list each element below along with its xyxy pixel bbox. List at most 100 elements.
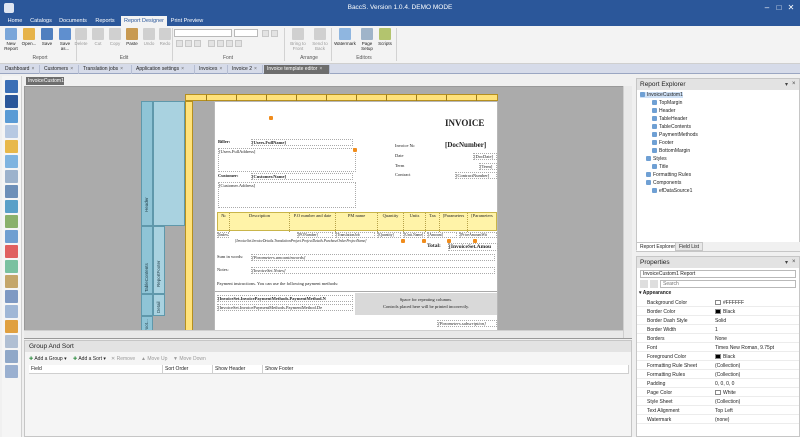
property-row[interactable]: Formatting Rules (Collection)	[637, 371, 799, 379]
selected-object-combo[interactable]: InvoiceCustom1 Report	[640, 270, 796, 278]
property-row[interactable]: Watermark (none)	[637, 416, 799, 424]
send-to-back-button[interactable]: Send to Back	[309, 28, 331, 51]
line-tool-icon[interactable]	[5, 185, 18, 198]
property-row[interactable]: Style Sheet (Collection)	[637, 398, 799, 406]
customer-address-field[interactable]: [Customer.Address]	[218, 182, 356, 208]
property-value[interactable]: Top Left	[715, 407, 733, 415]
tree-item[interactable]: Footer	[652, 140, 673, 146]
report-sub-tab[interactable]: InvoiceCustom1	[26, 77, 64, 85]
notes-field[interactable]: [InvoiceSet.Notes]	[251, 267, 495, 274]
column-show-header[interactable]: Show Header	[213, 365, 263, 374]
smart-tag-icon[interactable]	[353, 148, 357, 152]
toc-tool-icon[interactable]	[5, 320, 18, 333]
align-right-button[interactable]	[226, 40, 233, 47]
chart-tool-icon[interactable]	[5, 245, 18, 258]
tab-catalogs[interactable]: Catalogs	[27, 16, 55, 26]
property-value[interactable]: None	[715, 335, 727, 343]
delete-button[interactable]: Delete	[72, 28, 90, 46]
unit-name-cell[interactable]: [Unit.Name]	[403, 232, 425, 238]
align-center-button[interactable]	[217, 40, 224, 47]
property-value[interactable]: (Collection)	[715, 362, 740, 370]
checkbox-tool-icon[interactable]	[5, 110, 18, 123]
payment-method-details[interactable]: [InvoiceSet.InvoicePaymentMethods.Paymen…	[217, 304, 353, 311]
remove-button[interactable]: ✕ Remove	[111, 356, 135, 362]
pivot-tool-icon[interactable]	[5, 290, 18, 303]
pagebreak-tool-icon[interactable]	[5, 335, 18, 348]
index-cell[interactable]: [Index]	[217, 232, 229, 238]
property-row[interactable]: Formatting Rule Sheet (Collection)	[637, 362, 799, 370]
doc-tab-application-settings[interactable]: Application settings ×	[133, 65, 195, 74]
table-header-row[interactable]: № Description P.O number and date PM nam…	[217, 212, 497, 232]
property-value[interactable]: 0, 0, 0, 0	[715, 380, 734, 388]
band-report-footer[interactable]: ReportFooter	[153, 226, 165, 294]
date-label[interactable]: Date	[395, 153, 435, 160]
payment-instructions[interactable]: Payment instructions. You can use the fo…	[217, 281, 495, 288]
crossband-tool-icon[interactable]	[5, 365, 18, 378]
tab-report-explorer[interactable]: Report Explorer	[636, 242, 680, 251]
property-row[interactable]: Border Color Black	[637, 308, 799, 316]
close-icon[interactable]: ✕	[786, 3, 796, 13]
property-row[interactable]: Border Width 1	[637, 326, 799, 334]
gauge-tool-icon[interactable]	[5, 260, 18, 273]
tab-home[interactable]: Home	[4, 16, 26, 26]
term-field[interactable]: [Term]	[479, 163, 497, 170]
smart-tag-icon[interactable]	[401, 239, 405, 243]
alphabetical-icon[interactable]	[650, 280, 658, 288]
tree-item[interactable]: Styles	[646, 156, 667, 162]
subscription-field[interactable]: [Parameters.subscription]	[437, 320, 497, 327]
tree-item[interactable]: PaymentMethods	[652, 132, 698, 138]
zipcode-tool-icon[interactable]	[5, 230, 18, 243]
property-value[interactable]: (Collection)	[715, 398, 740, 406]
property-row[interactable]: Borders None	[637, 335, 799, 343]
po-number-cell[interactable]: [PONumber]	[297, 232, 333, 238]
sparkline-tool-icon[interactable]	[5, 275, 18, 288]
property-value[interactable]: White	[715, 389, 736, 397]
property-row[interactable]: Background Color #FFFFFF	[637, 299, 799, 307]
tree-item[interactable]: TableContents	[652, 124, 691, 130]
band-table-contents[interactable]: TableContents	[141, 226, 153, 294]
picture-tool-icon[interactable]	[5, 140, 18, 153]
doc-tab-dashboard[interactable]: Dashboard ×	[2, 65, 40, 74]
bring-to-front-button[interactable]: Bring to Front	[287, 28, 309, 51]
save-button[interactable]: Save	[38, 28, 56, 46]
tree-item[interactable]: Title	[652, 164, 668, 170]
new-report-button[interactable]: New Report	[2, 28, 20, 51]
close-tab-icon[interactable]: ×	[31, 66, 34, 72]
pin-icon[interactable]: ▾	[785, 81, 788, 88]
close-tab-icon[interactable]: ×	[319, 66, 322, 72]
property-search-input[interactable]	[660, 280, 796, 288]
pointer-tool-icon[interactable]	[5, 80, 18, 93]
doc-tab-customers[interactable]: Customers ×	[41, 65, 79, 74]
payment-method-name[interactable]: [InvoiceSet.InvoicePaymentMethods.Paymen…	[217, 295, 353, 302]
bold-button[interactable]	[176, 40, 183, 47]
pageinfo-tool-icon[interactable]	[5, 350, 18, 363]
total-label[interactable]: Total:	[427, 243, 447, 251]
term-label[interactable]: Term	[395, 163, 435, 170]
grow-font-button[interactable]	[262, 30, 269, 37]
biller-field[interactable]: [Users.FullName]	[251, 139, 353, 146]
move-up-button[interactable]: ▲ Move Up	[141, 356, 167, 362]
tree-item[interactable]: BottomMargin	[652, 148, 690, 154]
band-header[interactable]: Header	[141, 101, 153, 226]
tab-print-preview[interactable]: Print Preview	[168, 16, 206, 26]
tree-item[interactable]: Components	[646, 180, 681, 186]
band-detail[interactable]: Detail	[153, 294, 165, 316]
tab-report-designer[interactable]: Report Designer	[121, 16, 167, 26]
column-show-footer[interactable]: Show Footer	[263, 365, 629, 374]
invoice-title[interactable]: INVOICE	[445, 118, 497, 131]
property-row[interactable]: Page Color White	[637, 389, 799, 397]
property-value[interactable]: #FFFFFF	[715, 299, 744, 307]
quantity-cell[interactable]: [Quantity]	[377, 232, 401, 238]
close-tab-icon[interactable]: ×	[254, 66, 257, 72]
cut-button[interactable]: Cut	[89, 28, 107, 46]
band-payment[interactable]	[141, 294, 153, 316]
doc-tab-invoice-template-editor[interactable]: Invoice template editor ×	[264, 65, 330, 74]
richtext-tool-icon[interactable]	[5, 125, 18, 138]
scripts-button[interactable]: Scripts	[376, 28, 394, 46]
column-sort-order[interactable]: Sort Order	[163, 365, 213, 374]
column-field[interactable]: Field	[29, 365, 163, 374]
tree-item[interactable]: Formatting Rules	[646, 172, 691, 178]
notes-label[interactable]: Notes:	[217, 267, 237, 274]
total-field[interactable]: [InvoiceSet.Amou	[448, 243, 498, 251]
copy-button[interactable]: Copy	[106, 28, 124, 46]
